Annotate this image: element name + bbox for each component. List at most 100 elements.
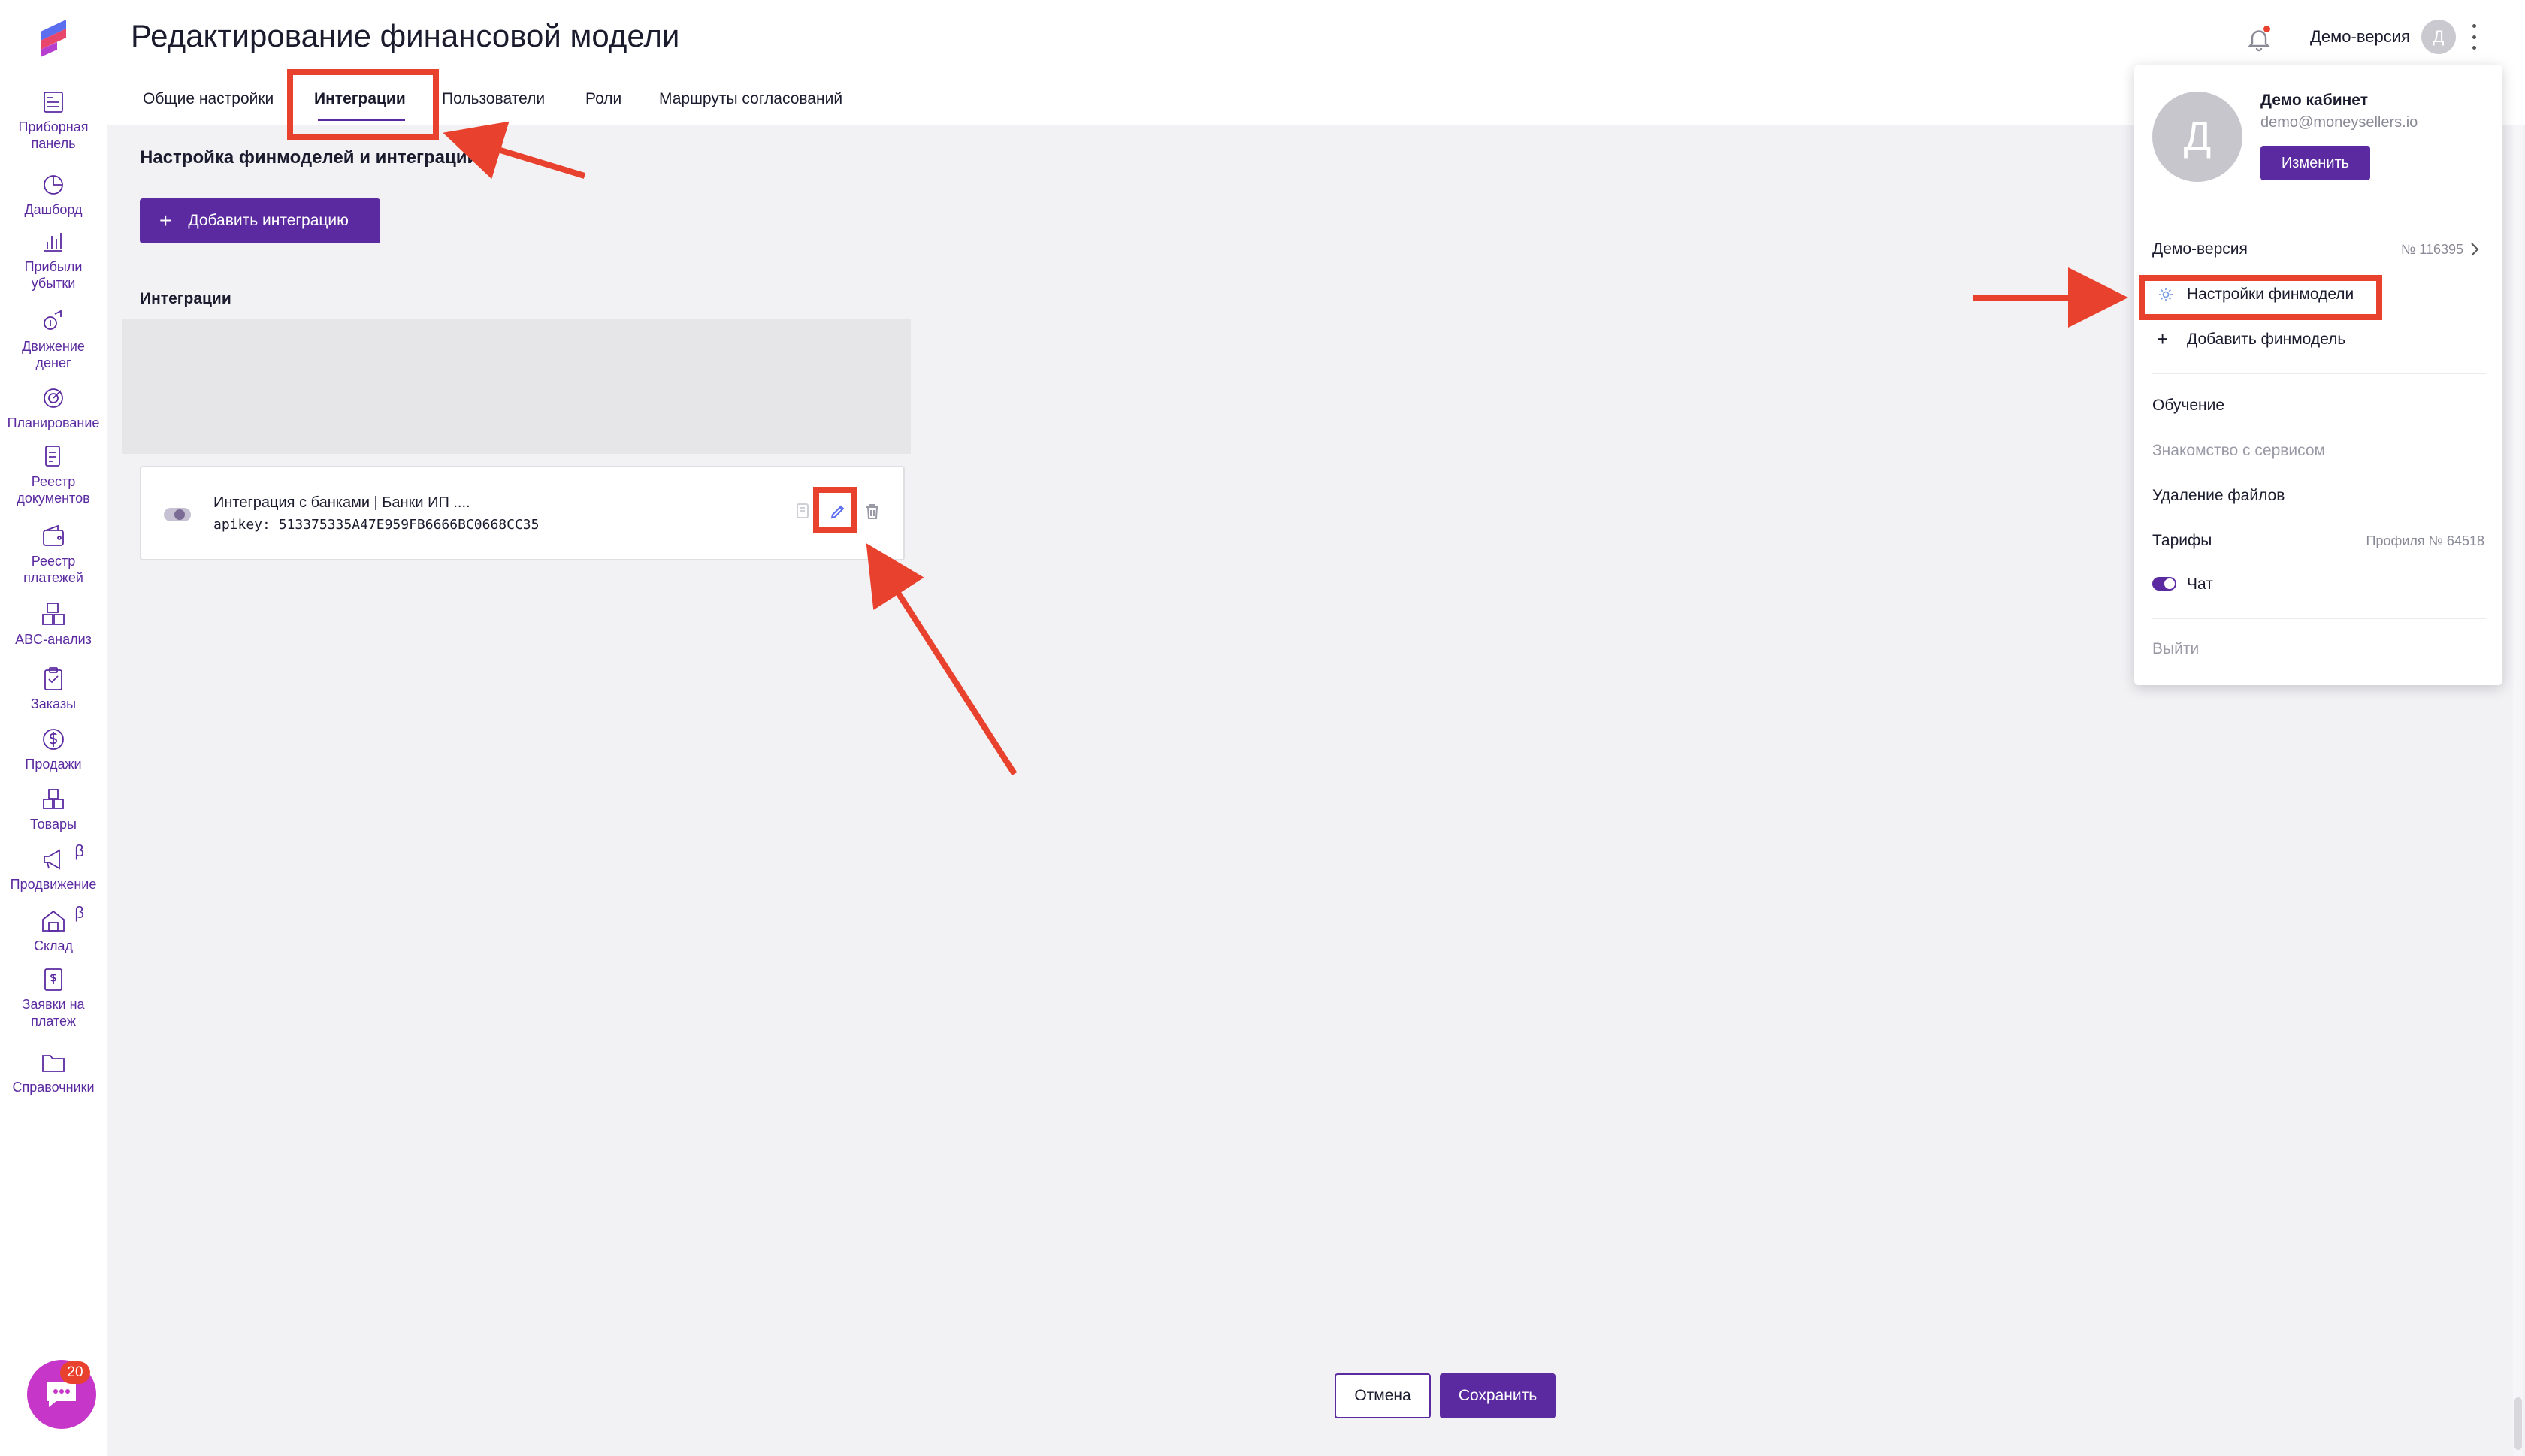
plus-icon: + bbox=[159, 209, 172, 232]
profile-number: Профиля № 64518 bbox=[2366, 533, 2484, 548]
integration-card: Интеграция с банками | Банки ИП .... api… bbox=[140, 466, 905, 560]
sidebar-item-label: Справочники bbox=[12, 1080, 95, 1095]
sidebar-item-label: Дашборд bbox=[24, 202, 83, 217]
sidebar: Приборная панель Дашборд Прибыли убытки Дви… bbox=[0, 0, 107, 1456]
sidebar-item[interactable]: Реестр документов bbox=[0, 443, 107, 506]
tab-integrations[interactable]: Интеграции bbox=[314, 90, 406, 108]
sidebar-item-label: Товары bbox=[30, 817, 77, 832]
bar-chart-icon bbox=[44, 233, 62, 252]
documents-icon bbox=[45, 446, 60, 467]
menu-delete-files[interactable]: Удаление файлов bbox=[2152, 487, 2285, 505]
delete-icon[interactable] bbox=[861, 500, 884, 523]
more-menu-icon[interactable] bbox=[2469, 24, 2478, 50]
app-logo[interactable] bbox=[38, 18, 71, 57]
divider bbox=[2152, 618, 2486, 619]
sidebar-item[interactable]: Прибыли убытки bbox=[0, 228, 107, 292]
sidebar-item[interactable]: Товары bbox=[0, 786, 107, 832]
sidebar-item[interactable]: Реестр платежей bbox=[0, 523, 107, 586]
sidebar-item[interactable]: Приборная панель bbox=[0, 89, 107, 152]
add-integration-label: Добавить интеграцию bbox=[188, 212, 349, 229]
sidebar-item-label: Продвижение bbox=[10, 877, 97, 892]
tab-users[interactable]: Пользователи bbox=[442, 90, 545, 108]
sidebar-item-label: Склад bbox=[33, 938, 74, 953]
sidebar-item-label: Планирование bbox=[7, 415, 100, 430]
sidebar-item[interactable]: β Склад bbox=[0, 903, 107, 954]
sidebar-item-label: ABC-анализ bbox=[15, 632, 92, 647]
active-tab-indicator bbox=[318, 119, 405, 121]
sidebar-item-label: Заявки на платеж bbox=[22, 997, 85, 1029]
menu-learning[interactable]: Обучение bbox=[2152, 397, 2224, 415]
abc-icon bbox=[42, 603, 65, 625]
menu-chat: Чат bbox=[2187, 575, 2213, 593]
integration-name: Интеграция с банками | Банки ИП .... bbox=[213, 494, 470, 511]
boxes-icon bbox=[43, 789, 64, 809]
scrollbar-thumb[interactable] bbox=[2514, 1397, 2522, 1450]
save-button[interactable]: Сохранить bbox=[1440, 1373, 1556, 1418]
profile-email: demo@moneysellers.io bbox=[2260, 114, 2418, 131]
divider bbox=[2152, 373, 2486, 374]
sidebar-item-label: Прибыли убытки bbox=[24, 259, 83, 291]
money-flow-icon bbox=[44, 310, 62, 330]
sidebar-item[interactable]: Справочники bbox=[0, 1049, 107, 1095]
chat-toggle[interactable] bbox=[2152, 577, 2176, 591]
integrations-placeholder bbox=[122, 319, 911, 454]
scrollbar[interactable] bbox=[2513, 125, 2523, 1456]
sidebar-item[interactable]: Планирование bbox=[0, 385, 107, 431]
add-integration-button[interactable]: + Добавить интеграцию bbox=[140, 198, 380, 243]
chevron-right-icon[interactable] bbox=[2469, 242, 2480, 257]
integrations-heading: Интеграции bbox=[140, 290, 231, 307]
megaphone-icon bbox=[44, 849, 60, 870]
menu-add-finmodel[interactable]: Добавить финмодель bbox=[2187, 331, 2345, 349]
warehouse-icon bbox=[42, 910, 65, 932]
demo-version-label[interactable]: Демо-версия bbox=[2310, 27, 2410, 47]
beta-badge: β bbox=[74, 841, 84, 860]
dashboard-icon bbox=[44, 92, 63, 113]
copy-icon[interactable] bbox=[792, 500, 815, 523]
integration-toggle[interactable] bbox=[164, 508, 191, 521]
notification-dot bbox=[2263, 26, 2270, 32]
sidebar-item[interactable]: Дашборд bbox=[0, 171, 107, 218]
sidebar-item-label: Приборная панель bbox=[18, 119, 89, 151]
beta-badge: β bbox=[74, 903, 84, 922]
profile-avatar: Д bbox=[2152, 92, 2242, 182]
sidebar-item-label: Движение денег bbox=[22, 339, 85, 370]
section-title: Настройка финмоделей и интеграций bbox=[140, 147, 479, 168]
sidebar-item[interactable]: ABC-анализ bbox=[0, 601, 107, 648]
menu-demo-version[interactable]: Демо-версия bbox=[2152, 240, 2248, 258]
clipboard-icon bbox=[44, 667, 62, 690]
sidebar-item-label: Реестр документов bbox=[17, 474, 90, 506]
tab-general-settings[interactable]: Общие настройки bbox=[143, 90, 274, 108]
tab-approval-routes[interactable]: Маршруты согласований bbox=[659, 90, 842, 108]
tab-roles[interactable]: Роли bbox=[585, 90, 621, 108]
sidebar-item[interactable]: Заказы bbox=[0, 666, 107, 712]
payment-request-icon bbox=[44, 968, 62, 991]
profile-dropdown: Д Демо кабинет demo@moneysellers.io Изме… bbox=[2134, 65, 2502, 685]
menu-tariffs[interactable]: Тарифы bbox=[2152, 532, 2212, 550]
edit-icon[interactable] bbox=[827, 500, 849, 523]
plus-icon: + bbox=[2157, 328, 2169, 350]
menu-logout[interactable]: Выйти bbox=[2152, 640, 2199, 658]
sidebar-item[interactable]: Заявки на платеж bbox=[0, 966, 107, 1029]
menu-intro[interactable]: Знакомство с сервисом bbox=[2152, 442, 2325, 460]
target-icon bbox=[44, 388, 63, 408]
dollar-icon bbox=[43, 729, 64, 750]
page-title: Редактирование финансовой модели bbox=[131, 18, 680, 53]
demo-number: № 116395 bbox=[2400, 242, 2463, 257]
chat-unread-badge: 20 bbox=[60, 1361, 90, 1384]
sidebar-item[interactable]: Продажи bbox=[0, 726, 107, 772]
sidebar-item-label: Продажи bbox=[25, 757, 82, 772]
sidebar-item-label: Реестр платежей bbox=[23, 554, 83, 585]
pie-chart-icon bbox=[44, 175, 63, 195]
sidebar-item-label: Заказы bbox=[30, 696, 77, 711]
sidebar-item[interactable]: Движение денег bbox=[0, 308, 107, 371]
integration-apikey: apikey: 513375335A47E959FB6666BC0668CC35 bbox=[213, 517, 540, 533]
edit-profile-button[interactable]: Изменить bbox=[2260, 146, 2370, 180]
sidebar-item[interactable]: β Продвижение bbox=[0, 841, 107, 893]
cancel-button[interactable]: Отмена bbox=[1335, 1373, 1431, 1418]
wallet-icon bbox=[43, 524, 64, 546]
avatar[interactable]: Д bbox=[2421, 20, 2456, 54]
profile-name: Демо кабинет bbox=[2260, 92, 2368, 109]
folder-icon bbox=[42, 1055, 65, 1072]
menu-finmodel-settings[interactable]: Настройки финмодели bbox=[2187, 285, 2354, 304]
gear-icon bbox=[2159, 288, 2173, 301]
